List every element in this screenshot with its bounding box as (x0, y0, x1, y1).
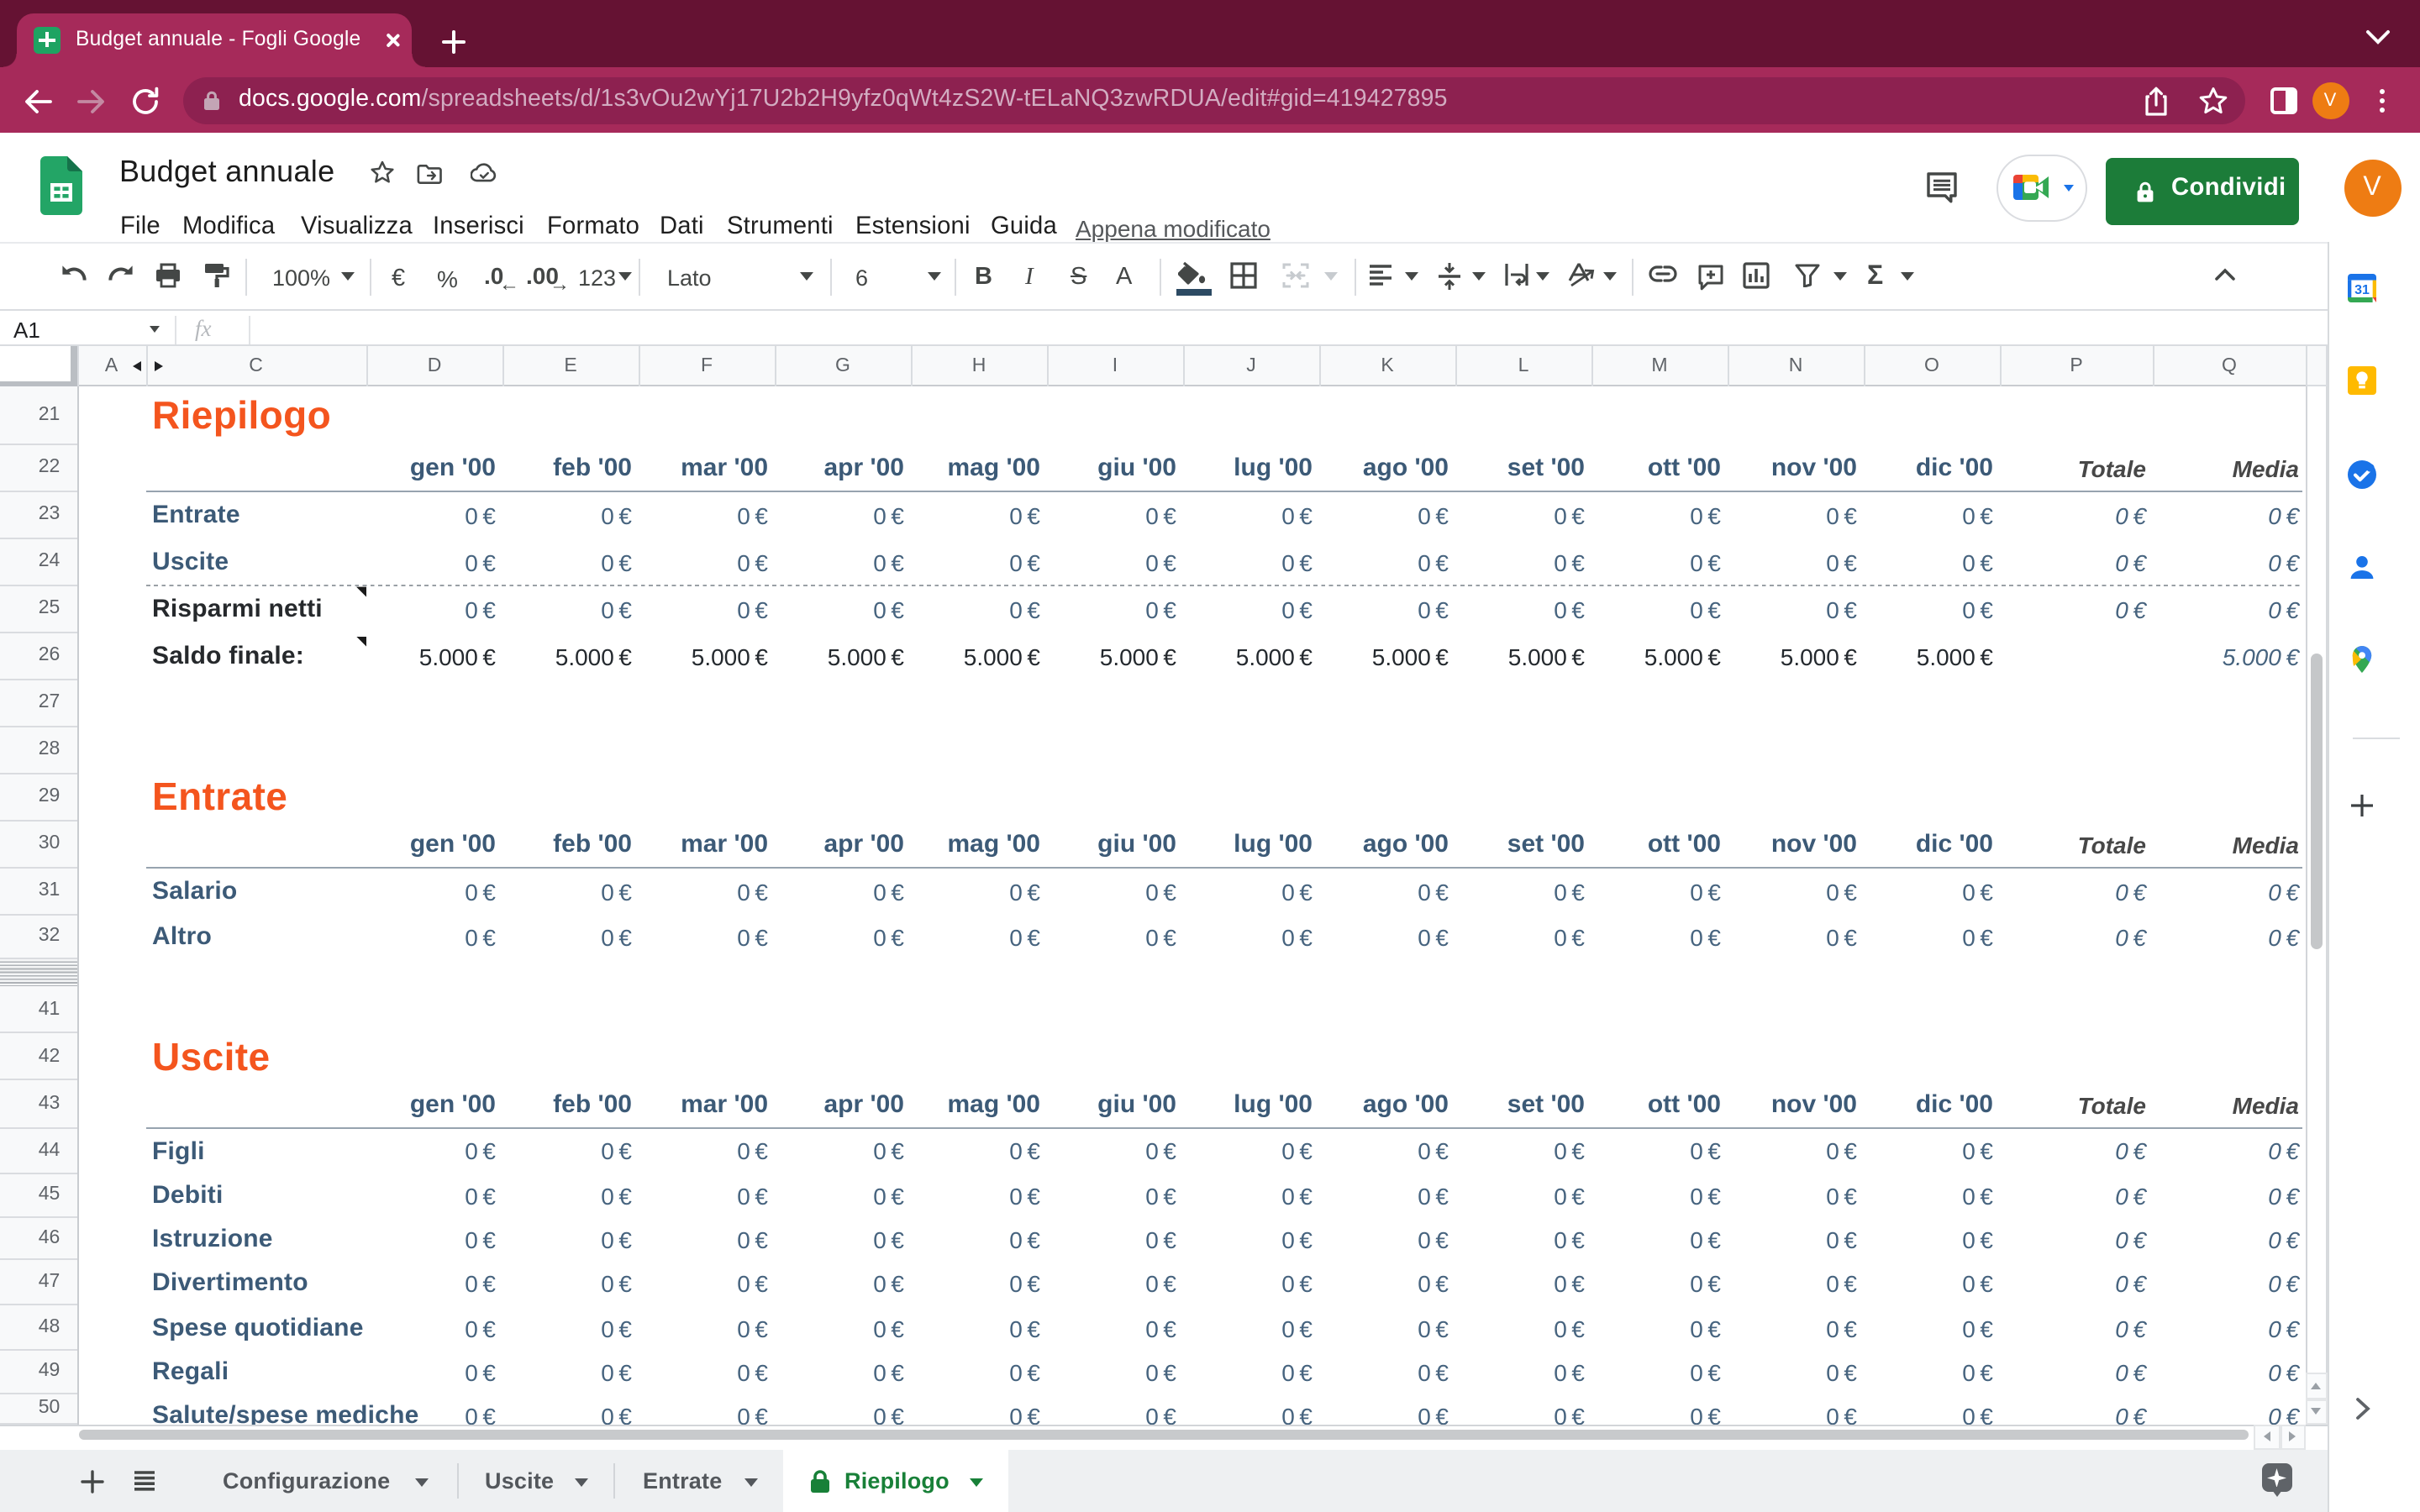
svg-text:31: 31 (2354, 282, 2369, 297)
